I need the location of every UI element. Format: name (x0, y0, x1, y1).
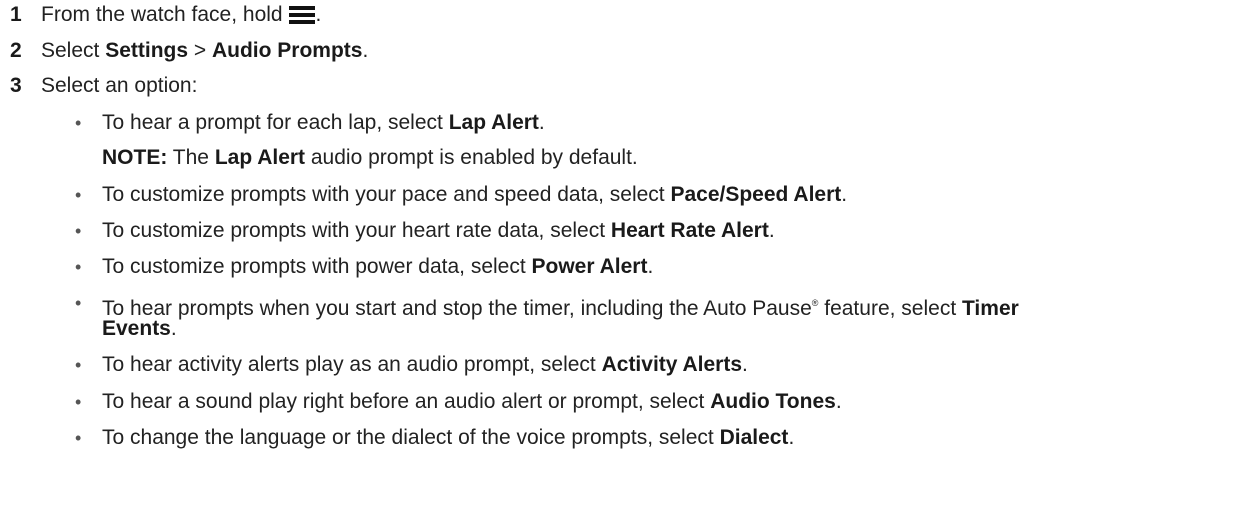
option-text-segment: . (538, 111, 545, 134)
ui-term: Dialect (719, 426, 789, 449)
ui-term: Activity Alerts (601, 353, 743, 376)
option-text: To hear a sound play right before an aud… (102, 389, 842, 415)
option-text-segment: To customize prompts with power data, se… (102, 255, 532, 278)
bullet-icon: • (75, 113, 82, 133)
ui-term: Pace/Speed Alert (670, 183, 842, 206)
step-text-segment: From the watch face, hold (41, 3, 289, 26)
option-text: To hear a prompt for each lap, select La… (102, 110, 545, 136)
option-text-segment: To hear a prompt for each lap, select (102, 111, 449, 134)
step-number: 2 (10, 39, 22, 62)
bullet-icon: • (75, 428, 82, 448)
step-text-segment: . (315, 3, 322, 26)
option-text-segment: To hear activity alerts play as an audio… (102, 353, 602, 376)
option-text-segment: . (788, 426, 795, 449)
option-text: To customize prompts with power data, se… (102, 254, 653, 280)
bullet-icon: • (75, 257, 82, 277)
step-number: 1 (10, 3, 22, 26)
menu-icon (289, 4, 316, 24)
note-text-segment: The (167, 146, 215, 169)
step-text: Select Settings > Audio Prompts. (41, 38, 368, 64)
step-number: 3 (10, 74, 22, 97)
note-text-segment: audio prompt is enabled by default. (305, 146, 638, 169)
option-text-segment: To hear prompts when you start and stop … (102, 297, 812, 320)
option-text: To hear activity alerts play as an audio… (102, 352, 748, 378)
option-text-segment: To hear a sound play right before an aud… (102, 390, 711, 413)
step-text-segment: . (362, 39, 369, 62)
step-text-segment: > (188, 39, 212, 62)
option-text: To change the language or the dialect of… (102, 425, 794, 451)
ui-term: Settings (105, 39, 189, 62)
option-text: Events. (102, 316, 177, 342)
ui-term: Heart Rate Alert (610, 219, 769, 242)
ui-term: Audio Prompts (211, 39, 363, 62)
option-text-segment: . (742, 353, 748, 376)
bullet-icon: • (75, 185, 82, 205)
ui-term: Audio Tones (710, 390, 836, 413)
option-text-segment: . (647, 255, 654, 278)
option-text-segment: To customize prompts with your pace and … (102, 183, 671, 206)
option-text-segment: . (841, 183, 848, 206)
option-text-segment: To change the language or the dialect of… (102, 426, 720, 449)
option-text: To customize prompts with your heart rat… (102, 218, 775, 244)
option-text-segment: . (170, 317, 177, 340)
option-text-segment: feature, select (818, 297, 962, 320)
ui-term: Events (102, 317, 171, 340)
bullet-icon: • (75, 392, 82, 412)
bullet-icon: • (75, 293, 82, 313)
step-text: Select an option: (41, 74, 198, 97)
note-text: NOTE: The Lap Alert audio prompt is enab… (102, 145, 638, 171)
option-text-segment: . (835, 390, 842, 413)
option-text: To hear prompts when you start and stop … (102, 290, 1019, 322)
note-label: NOTE: (102, 146, 168, 169)
step-text: From the watch face, hold . (41, 2, 321, 28)
document-page: 1 From the watch face, hold . 2 Select S… (0, 0, 1248, 509)
ui-term: Lap Alert (448, 111, 539, 134)
ui-term: Lap Alert (214, 146, 306, 169)
ui-term: Power Alert (531, 255, 648, 278)
option-text-segment: . (768, 219, 775, 242)
bullet-icon: • (75, 355, 82, 375)
option-text-segment: To customize prompts with your heart rat… (102, 219, 611, 242)
bullet-icon: • (75, 221, 82, 241)
option-text: To customize prompts with your pace and … (102, 182, 847, 208)
step-text-segment: Select (41, 39, 106, 62)
ui-term: Timer (961, 297, 1019, 320)
